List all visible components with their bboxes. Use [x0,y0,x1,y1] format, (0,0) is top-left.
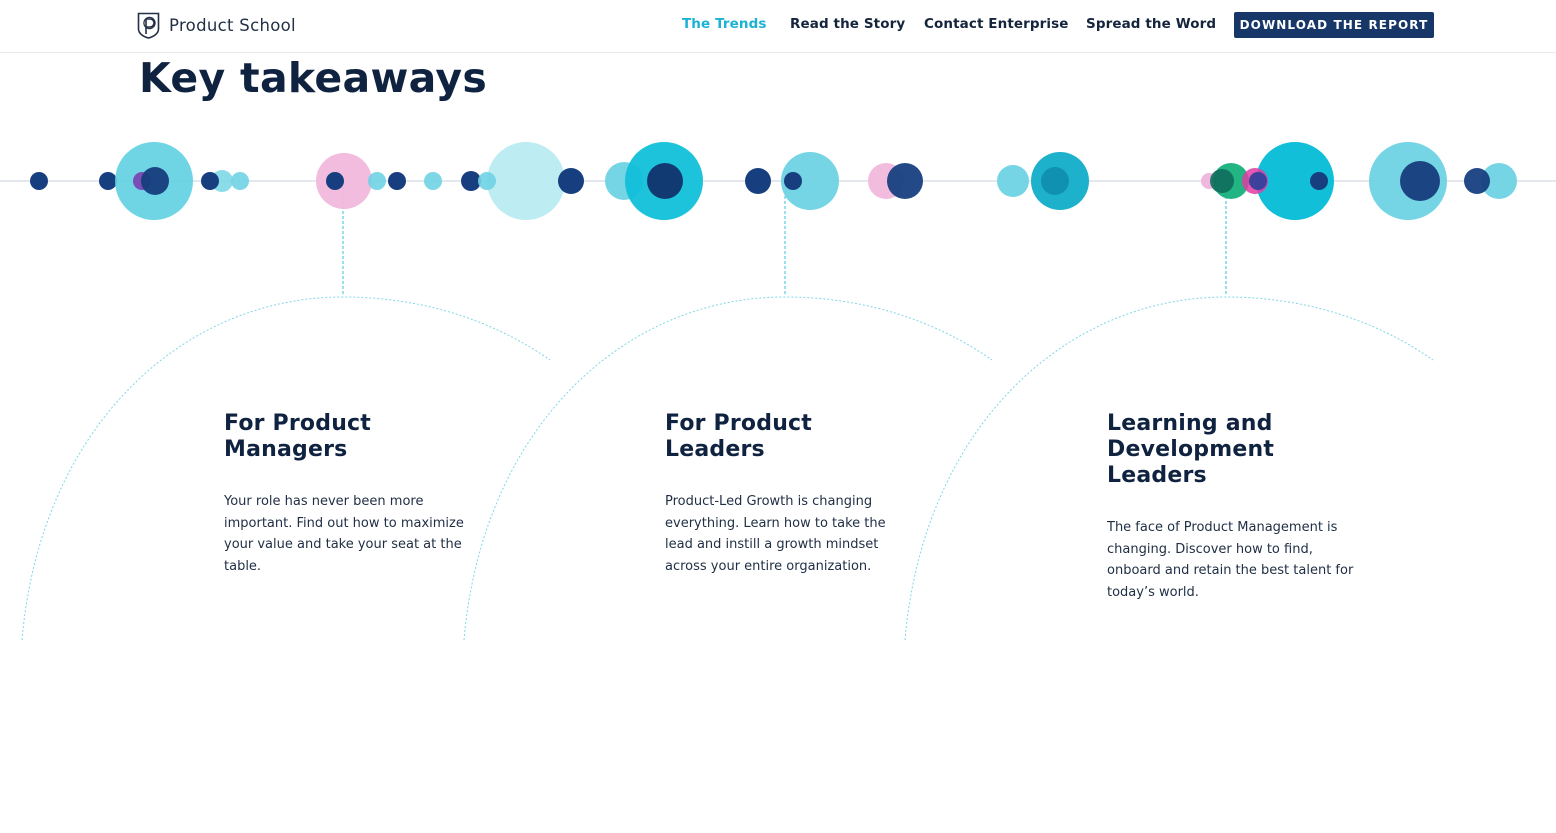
bubble [558,168,584,194]
card-body: Your role has never been more important.… [224,494,464,574]
takeaway-card-learning-development-leaders: Learning and Development Leaders The fac… [1107,411,1357,603]
card-title: For Product Leaders [665,411,813,462]
brand-name: Product School [169,15,296,35]
bubble [30,172,48,190]
bubble [1210,169,1234,193]
bubble [141,167,169,195]
page: Product School The Trends Read the Story… [0,0,1556,833]
bubble [745,168,771,194]
bubble [368,172,386,190]
bubble [231,172,249,190]
brand-logo-link[interactable]: Product School [137,11,296,39]
bubble [1041,167,1069,195]
bubble [1464,168,1490,194]
nav-link-read-the-story[interactable]: Read the Story [790,16,905,32]
section-title: Key takeaways [139,54,488,102]
bubble [997,165,1029,197]
bubble [784,172,802,190]
nav-link-spread-the-word[interactable]: Spread the Word [1086,16,1216,32]
nav-link-the-trends[interactable]: The Trends [682,16,767,32]
card-title: Learning and Development Leaders [1107,411,1275,488]
bubble [478,172,496,190]
takeaway-card-product-leaders: For Product Leaders Product-Led Growth i… [665,411,915,577]
download-report-button[interactable]: DOWNLOAD THE REPORT [1234,12,1434,38]
nav-link-contact-enterprise[interactable]: Contact Enterprise [924,16,1069,32]
bubble [388,172,406,190]
card-body: The face of Product Management is changi… [1107,520,1354,600]
bubble [1310,172,1328,190]
bubble [647,163,683,199]
bubble [1249,172,1267,190]
takeaway-card-product-managers: For Product Managers Your role has never… [224,411,474,577]
top-navigation-bar: Product School The Trends Read the Story… [0,0,1556,53]
bubble [424,172,442,190]
bubble [326,172,344,190]
bubble [99,172,117,190]
bubble [201,172,219,190]
bubble [1400,161,1440,201]
product-school-logo-icon [137,12,160,39]
card-title: For Product Managers [224,411,372,462]
card-body: Product-Led Growth is changing everythin… [665,494,886,574]
bubble [887,163,923,199]
bubble [487,142,565,220]
